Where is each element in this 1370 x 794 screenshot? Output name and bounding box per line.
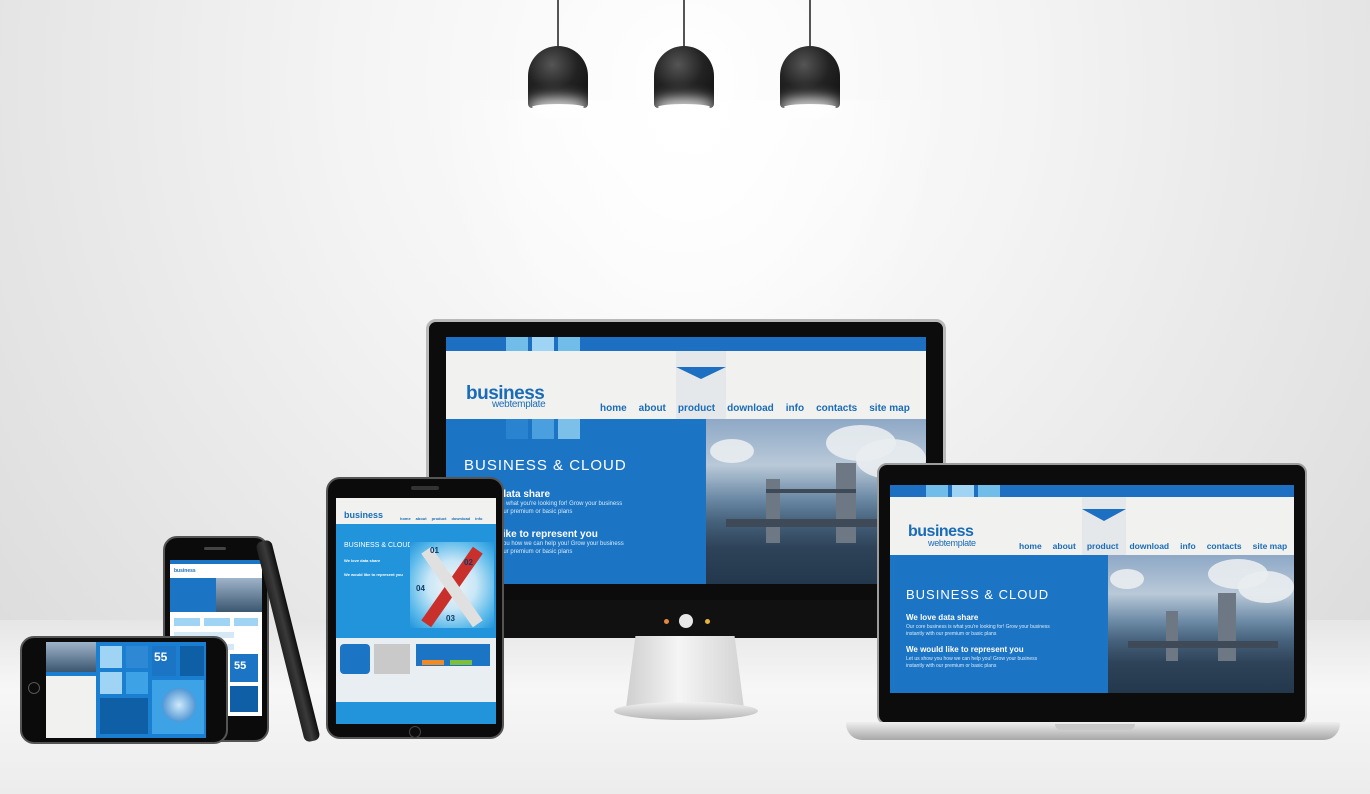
feature-text-1a: is what you're looking for! Grow your bu… — [500, 501, 623, 507]
nav-product[interactable]: product — [432, 516, 447, 521]
nav-download[interactable]: download — [1129, 541, 1169, 551]
feature-text-2a: you how we can help you! Grow your busin… — [500, 541, 624, 547]
phone-home-button[interactable] — [28, 682, 40, 694]
feature-text-1b: our premium or basic plans — [500, 509, 573, 515]
tablet-camera — [411, 486, 439, 490]
nav-info[interactable]: info — [475, 516, 482, 521]
feature-text-2b: our premium or basic plans — [500, 549, 573, 555]
phone-speaker — [204, 547, 226, 550]
logo[interactable]: business — [344, 510, 383, 520]
nav-home[interactable]: home — [1019, 541, 1042, 551]
monitor-base — [614, 702, 758, 720]
number-02: 02 — [464, 558, 473, 567]
feature-text-2b: instantly with our premium or basic plan… — [906, 663, 997, 669]
nav-product[interactable]: product — [1087, 541, 1119, 551]
main-nav: home about product download info — [400, 516, 482, 521]
nav-home[interactable]: home — [400, 516, 411, 521]
hero-title: BUSINESS & CLOUD — [906, 587, 1050, 602]
phone-landscape-app: 55 — [46, 642, 206, 738]
hero-title: BUSINESS & CLOUD — [464, 457, 627, 474]
monitor-home-button[interactable] — [679, 614, 693, 628]
logo-subtitle: webtemplate — [492, 399, 546, 410]
nav-contacts[interactable]: contacts — [1207, 541, 1242, 551]
hero-title: BUSINESS & CLOUD — [344, 542, 413, 549]
feature-text-2a: Let us show you how we can help you! Gro… — [906, 656, 1038, 662]
laptop-trackpad-notch — [1055, 724, 1135, 730]
logo[interactable]: business — [174, 568, 196, 574]
laptop-website: business webtemplate home about product … — [890, 485, 1294, 693]
number-03: 03 — [446, 614, 455, 623]
nav-download[interactable]: download — [451, 516, 470, 521]
feature-heading-1: We love data share — [344, 558, 381, 563]
feature-heading-2: We would like to represent you — [906, 645, 1024, 654]
desktop-website: business webtemplate home about product … — [446, 337, 926, 584]
number-04: 04 — [416, 584, 425, 593]
tablet-home-button[interactable] — [409, 726, 421, 738]
feature-heading-1: data share — [500, 489, 551, 500]
globe-icon — [162, 688, 196, 722]
feature-text-1b: instantly with our premium or basic plan… — [906, 631, 997, 637]
nav-active-arrow — [1082, 509, 1126, 521]
feature-text-1a: Our core business is what you're looking… — [906, 624, 1050, 630]
logo-subtitle: webtemplate — [928, 538, 976, 548]
tile-number: 55 — [154, 650, 168, 664]
feature-heading-2: We would like to represent you — [344, 572, 403, 577]
tile-number: 55 — [234, 660, 247, 672]
nav-site-map[interactable]: site map — [1253, 541, 1288, 551]
monitor-stand — [626, 636, 744, 708]
nav-about[interactable]: about — [416, 516, 427, 521]
nav-contacts[interactable]: contacts — [816, 403, 857, 414]
main-nav: home about product download info contact… — [600, 403, 910, 414]
status-led — [705, 619, 710, 624]
number-01: 01 — [430, 546, 439, 555]
nav-active-arrow — [676, 367, 726, 379]
main-nav: home about product download info contact… — [1019, 541, 1287, 551]
nav-info[interactable]: info — [786, 403, 804, 414]
tablet-website: business home about product download inf… — [336, 498, 496, 724]
nav-info[interactable]: info — [1180, 541, 1196, 551]
tower-bridge-photo — [1108, 555, 1294, 693]
nav-home[interactable]: home — [600, 403, 627, 414]
nav-site-map[interactable]: site map — [869, 403, 910, 414]
feature-heading-1: We love data share — [906, 613, 979, 622]
nav-download[interactable]: download — [727, 403, 774, 414]
power-led — [664, 619, 669, 624]
feature-heading-2: like to represent you — [500, 529, 598, 540]
nav-product[interactable]: product — [678, 403, 715, 414]
nav-about[interactable]: about — [639, 403, 666, 414]
nav-about[interactable]: about — [1053, 541, 1076, 551]
